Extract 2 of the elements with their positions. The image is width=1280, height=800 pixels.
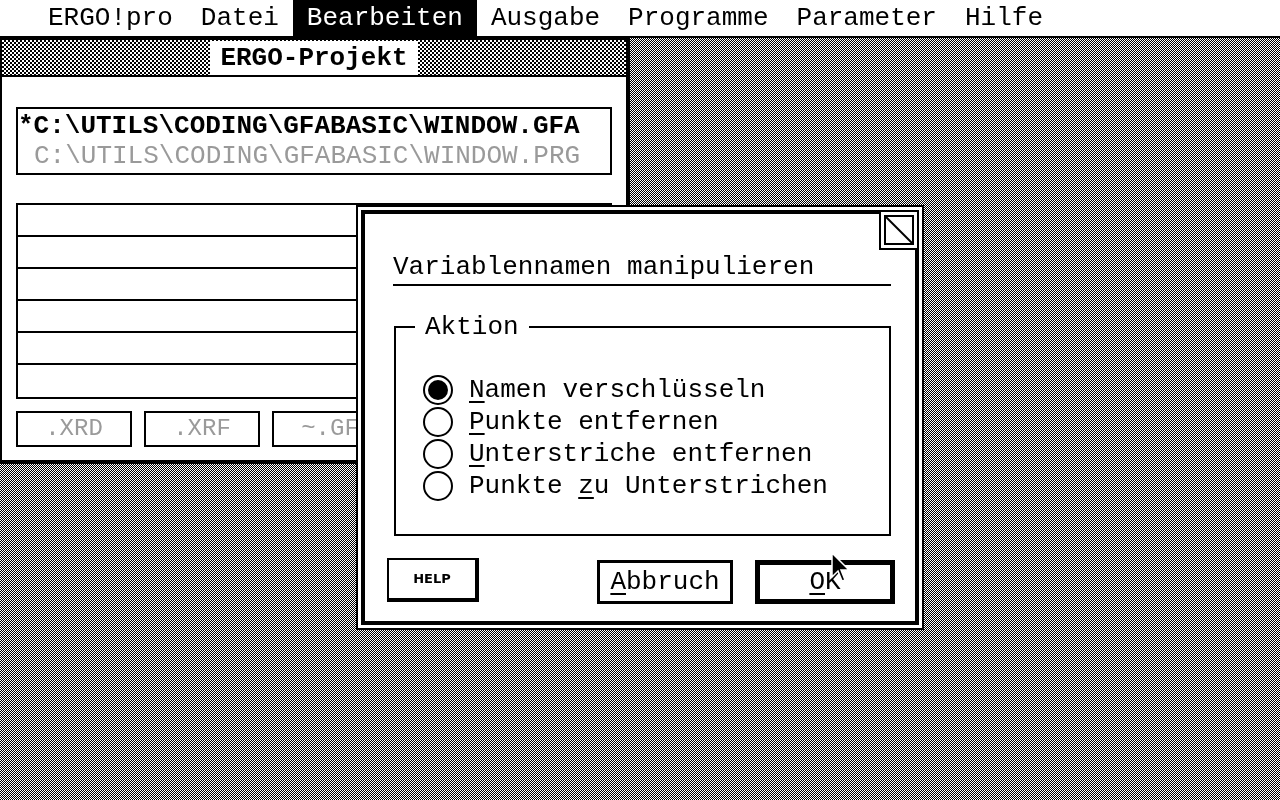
window-title: ERGO-Projekt	[210, 40, 418, 75]
dialog-title: Variablennamen manipulieren	[393, 251, 816, 284]
